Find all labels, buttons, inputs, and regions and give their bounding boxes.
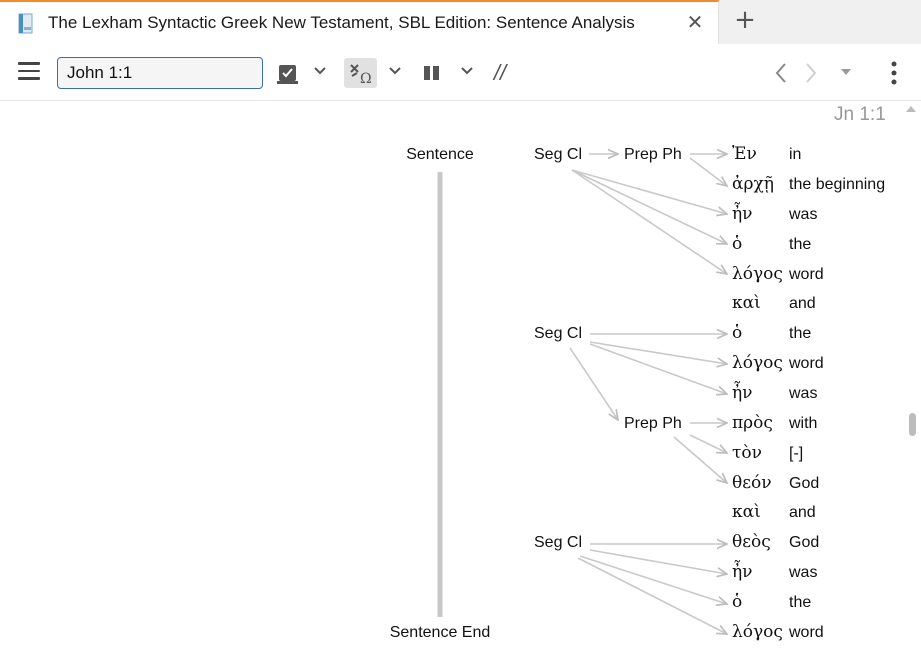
word-rows: Ἐν in ἀρχῇ the beginning ἦν was ὁ the λό…	[732, 144, 885, 642]
gloss-word: was	[788, 385, 817, 402]
phrase-node[interactable]: Prep Ph	[624, 146, 682, 163]
clause-node[interactable]: Seg Cl	[534, 534, 582, 551]
greek-word[interactable]: ἀρχῇ	[732, 174, 774, 194]
gloss-word: word	[788, 355, 824, 372]
greek-word[interactable]: καὶ	[732, 502, 761, 522]
greek-word[interactable]: λόγος	[732, 264, 783, 284]
greek-word[interactable]: ὁ	[732, 323, 742, 343]
gloss-word: in	[789, 146, 801, 163]
phrase-node[interactable]: Prep Ph	[624, 415, 682, 432]
diagram-connector	[569, 347, 618, 420]
greek-word[interactable]: ὁ	[732, 234, 742, 254]
greek-word[interactable]: τὸν	[732, 443, 762, 463]
gloss-word: and	[789, 504, 816, 521]
greek-word[interactable]: λόγος	[732, 353, 783, 373]
greek-word[interactable]: ἦν	[732, 382, 753, 403]
gloss-word: God	[789, 534, 819, 551]
greek-word[interactable]: καὶ	[732, 293, 761, 313]
diagram-edges	[569, 154, 727, 634]
sentence-end-node[interactable]: Sentence End	[390, 624, 491, 641]
gloss-word: the beginning	[789, 176, 885, 193]
diagram-connector	[589, 343, 727, 394]
gloss-word: the	[789, 325, 811, 342]
gloss-word: the	[789, 594, 811, 611]
diagram-connector	[589, 341, 727, 364]
clause-node[interactable]: Seg Cl	[534, 325, 582, 342]
greek-word[interactable]: ἦν	[732, 203, 753, 224]
gloss-word: word	[788, 266, 824, 283]
diagram-connector	[571, 169, 727, 274]
gloss-word: word	[788, 624, 824, 641]
gloss-word: God	[789, 475, 819, 492]
greek-word[interactable]: ὁ	[732, 592, 742, 612]
sentence-node[interactable]: Sentence	[406, 146, 474, 163]
greek-word[interactable]: λόγος	[732, 622, 783, 642]
greek-word[interactable]: ἦν	[732, 561, 753, 582]
gloss-word: [-]	[789, 445, 803, 462]
gloss-word: with	[788, 415, 817, 432]
greek-word[interactable]: πρὸς	[732, 413, 773, 433]
gloss-word: and	[789, 295, 816, 312]
greek-word[interactable]: Ἐν	[732, 144, 757, 164]
diagram-connector	[689, 157, 727, 186]
diagram-connector	[673, 436, 727, 483]
diagram-connector	[589, 549, 727, 574]
greek-word[interactable]: θεόν	[732, 473, 772, 493]
sentence-diagram: Sentence Sentence End Seg Cl Prep Ph Seg…	[390, 144, 885, 642]
diagram-connector	[689, 434, 727, 453]
gloss-word: was	[788, 206, 817, 223]
clause-node[interactable]: Seg Cl	[534, 146, 582, 163]
greek-word[interactable]: θεὸς	[732, 532, 771, 552]
gloss-word: was	[788, 564, 817, 581]
gloss-word: the	[789, 236, 811, 253]
